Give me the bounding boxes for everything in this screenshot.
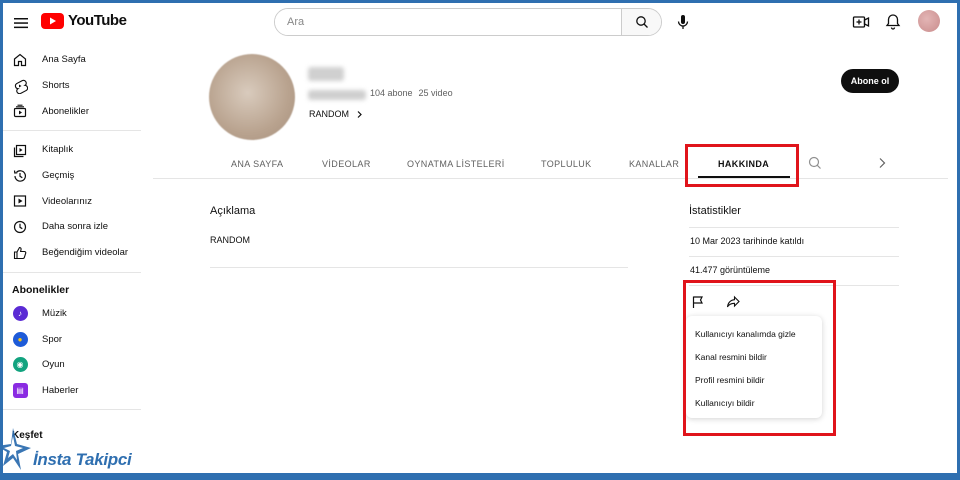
stats-divider [689, 227, 899, 228]
description-divider [210, 267, 628, 268]
account-avatar[interactable] [918, 10, 940, 32]
menu-icon[interactable] [11, 13, 31, 33]
sidebar-sub-news[interactable]: ▤ Haberler [3, 378, 143, 404]
sidebar-sub-music[interactable]: ♪ Müzik [3, 301, 143, 327]
gamepad-icon: ◉ [12, 357, 28, 373]
channel-avatar[interactable] [209, 54, 295, 140]
search-icon[interactable] [807, 155, 823, 171]
sidebar-item-your-videos[interactable]: Videolarınız [3, 188, 143, 214]
youtube-wordmark: YouTube [68, 12, 127, 29]
create-video-icon[interactable] [851, 12, 871, 32]
library-icon [13, 144, 27, 158]
shorts-icon [14, 79, 28, 94]
app-window: YouTube Ana Sayfa Shorts [3, 3, 957, 473]
youtube-logo[interactable]: YouTube [41, 12, 127, 29]
sidebar-divider [3, 130, 141, 132]
home-icon [13, 53, 27, 66]
sidebar-item-liked-videos[interactable]: Beğendiğim videolar [3, 240, 143, 266]
sidebar-sub-gaming[interactable]: ◉ Oyun [3, 352, 143, 378]
search-input[interactable] [275, 9, 621, 35]
video-count: 25 video [418, 88, 453, 98]
subscriptions-icon [13, 104, 27, 118]
stats-divider [689, 256, 899, 257]
sidebar-sub-sports[interactable]: ● Spor [3, 326, 143, 352]
channel-stats: 104 abone 25 video [370, 88, 453, 98]
sidebar-item-home[interactable]: Ana Sayfa [3, 47, 143, 73]
sidebar-divider [3, 409, 141, 411]
search-button[interactable] [621, 9, 661, 35]
tab-playlists[interactable]: OYNATMA LİSTELERİ [407, 154, 505, 174]
search-bar [274, 8, 662, 36]
sidebar-item-watch-later[interactable]: Daha sonra izle [3, 214, 143, 240]
history-icon [13, 169, 26, 182]
sidebar-subscriptions-heading: Abonelikler [12, 283, 70, 296]
description-heading: Açıklama [210, 205, 256, 217]
liked-icon [13, 246, 27, 259]
trophy-icon: ● [12, 331, 28, 347]
mic-icon[interactable] [673, 12, 693, 32]
tab-community[interactable]: TOPLULUK [541, 154, 592, 174]
sidebar-item-library[interactable]: Kitaplık [3, 137, 143, 163]
highlight-about-tab [685, 144, 799, 187]
youtube-play-icon [41, 12, 64, 29]
your-videos-icon [13, 195, 27, 207]
channel-name-blurred [308, 67, 344, 81]
joined-date: 10 Mar 2023 tarihinde katıldı [690, 236, 805, 246]
chevron-right-icon [357, 110, 362, 118]
sidebar-divider [3, 271, 141, 273]
stats-heading: İstatistikler [689, 205, 741, 217]
sidebar-item-shorts[interactable]: Shorts [3, 73, 143, 99]
search-icon [635, 16, 648, 28]
view-count: 41.477 görüntüleme [690, 265, 771, 275]
channel-description-preview: RANDOM [309, 109, 349, 119]
subscribe-button[interactable]: Abone ol [841, 69, 899, 93]
sidebar-item-subscriptions[interactable]: Abonelikler [3, 98, 143, 124]
chevron-right-icon[interactable] [874, 155, 890, 171]
description-text: RANDOM [210, 235, 250, 245]
tab-home[interactable]: ANA SAYFA [231, 154, 283, 174]
news-icon: ▤ [12, 382, 28, 398]
watch-later-icon [13, 220, 27, 234]
channel-description-link[interactable]: RANDOM [309, 109, 364, 119]
watermark-text: İnsta Takipci [33, 450, 132, 469]
subscriber-count: 104 abone [370, 88, 413, 98]
highlight-report-menu [683, 280, 836, 436]
tab-channels[interactable]: KANALLAR [629, 154, 679, 174]
tab-videos[interactable]: VİDEOLAR [322, 154, 371, 174]
sidebar: Ana Sayfa Shorts Abonelikler Kitaplık Ge… [3, 47, 143, 416]
bell-icon[interactable] [883, 12, 903, 32]
music-channel-icon: ♪ [12, 305, 28, 321]
tabs-divider [153, 178, 948, 179]
channel-handle-blurred [308, 90, 366, 100]
sidebar-item-history[interactable]: Geçmiş [3, 163, 143, 189]
